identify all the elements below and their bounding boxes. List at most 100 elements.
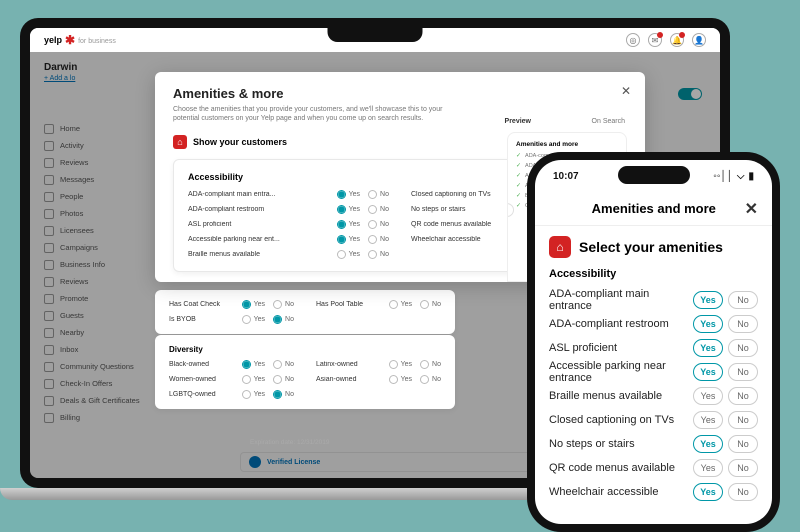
phone-title: Amenities and more — [592, 201, 716, 216]
amenity-row: Asian-owned Yes No — [316, 375, 441, 384]
yes-radio[interactable]: Yes — [337, 205, 360, 214]
amenity-row: Has Pool Table Yes No — [316, 300, 441, 309]
amenity-row: Has Coat Check Yes No — [169, 300, 294, 309]
yes-radio[interactable]: Yes — [242, 300, 265, 309]
notif-target-icon[interactable]: ◎ — [626, 33, 640, 47]
avatar-icon[interactable]: 👤 — [692, 33, 706, 47]
yes-pill[interactable]: Yes — [693, 483, 723, 501]
yes-pill[interactable]: Yes — [693, 339, 723, 357]
yes-radio[interactable]: Yes — [337, 250, 360, 259]
amenity-label: Braille menus available — [188, 251, 331, 258]
no-pill[interactable]: No — [728, 363, 758, 381]
mail-icon[interactable]: ✉ — [648, 33, 662, 47]
yes-pill[interactable]: Yes — [693, 435, 723, 453]
yes-pill[interactable]: Yes — [693, 459, 723, 477]
amenity-row: Is BYOBYesNo — [169, 315, 294, 324]
amenity-label: Closed captioning on TVs — [549, 414, 674, 426]
no-pill[interactable]: No — [728, 387, 758, 405]
no-pill[interactable]: No — [728, 435, 758, 453]
yelp-logo: yelp ✱ for business — [44, 33, 116, 47]
select-amenities-title: Select your amenities — [579, 239, 723, 255]
yes-radio[interactable]: Yes — [389, 300, 412, 309]
amenity-label: ADA-compliant restroom — [549, 318, 669, 330]
storefront-icon: ⌂ — [549, 236, 571, 258]
yes-radio[interactable]: Yes — [389, 360, 412, 369]
no-radio[interactable]: No — [273, 375, 294, 384]
no-radio[interactable]: No — [368, 250, 389, 259]
yes-radio[interactable]: Yes — [242, 360, 265, 369]
no-radio[interactable]: No — [273, 300, 294, 309]
yes-radio[interactable]: Yes — [389, 375, 412, 384]
brand-sub: for business — [78, 37, 116, 46]
wifi-icon: ⌵ — [737, 171, 745, 182]
amenity-label: Has Pool Table — [316, 301, 383, 308]
show-customers-title: Show your customers — [193, 137, 287, 147]
no-radio[interactable]: No — [368, 235, 389, 244]
modal-subtitle: Choose the amenities that you provide yo… — [173, 105, 463, 123]
signal-icon: ◦◦││ — [713, 171, 733, 182]
amenity-label: ASL proficient — [188, 221, 331, 228]
amenity-label: ASL proficient — [549, 342, 617, 354]
amenity-label: Braille menus available — [549, 390, 662, 402]
amenity-label: Latinx-owned — [316, 361, 383, 368]
close-icon[interactable]: ✕ — [745, 199, 758, 219]
amenity-row: Latinx-owned Yes No — [316, 360, 441, 369]
amenity-row — [316, 315, 441, 324]
card-diversity: Diversity Black-owned Yes No Latinx-owned Ye… — [155, 335, 455, 409]
no-pill[interactable]: No — [728, 411, 758, 429]
battery-icon: ▮ — [748, 171, 754, 182]
phone-accessibility-heading: Accessibility — [549, 268, 758, 280]
no-radio[interactable]: No — [273, 390, 294, 399]
amenity-label: Asian-owned — [316, 376, 383, 383]
amenity-row: Braille menus available Yes No — [188, 250, 389, 259]
phone-amenity-row: Wheelchair accessible Yes No — [549, 480, 758, 504]
close-icon[interactable]: ✕ — [621, 84, 631, 98]
brand-text: yelp — [44, 35, 62, 45]
amenity-label: LGBTQ-owned — [169, 391, 236, 398]
no-radio[interactable]: No — [368, 205, 389, 214]
burst-icon: ✱ — [65, 33, 75, 47]
no-pill[interactable]: No — [728, 291, 758, 309]
no-radio[interactable]: No — [273, 360, 294, 369]
yes-radio[interactable]: Yes — [337, 190, 360, 199]
yes-radio[interactable]: Yes — [242, 315, 265, 324]
no-radio[interactable]: No — [368, 190, 389, 199]
amenity-label: ADA-compliant main entra... — [188, 191, 331, 198]
status-time: 10:07 — [553, 171, 579, 182]
amenity-label: Accessible parking near entrance — [549, 360, 693, 384]
yes-pill[interactable]: Yes — [693, 363, 723, 381]
diversity-heading: Diversity — [169, 345, 441, 354]
amenity-row: Black-owned Yes No — [169, 360, 294, 369]
yes-pill[interactable]: Yes — [693, 291, 723, 309]
yes-pill[interactable]: Yes — [693, 315, 723, 333]
yes-radio[interactable]: Yes — [337, 235, 360, 244]
no-radio[interactable]: No — [420, 375, 441, 384]
amenity-row: ASL proficient Yes No — [188, 220, 389, 229]
amenity-label: ADA-compliant restroom — [188, 206, 331, 213]
bell-icon[interactable]: 🔔 — [670, 33, 684, 47]
no-radio[interactable]: No — [420, 300, 441, 309]
amenity-label: Has Coat Check — [169, 301, 236, 308]
no-radio[interactable]: No — [273, 315, 294, 324]
phone-device: 10:07 ◦◦││ ⌵ ▮ Amenities and more ✕ ⌂ Se… — [527, 152, 780, 532]
no-radio[interactable]: No — [420, 360, 441, 369]
amenity-label: No steps or stairs — [549, 438, 635, 450]
amenity-label: Black-owned — [169, 361, 236, 368]
no-pill[interactable]: No — [728, 339, 758, 357]
amenity-row: ADA-compliant main entra... Yes No — [188, 190, 389, 199]
card-misc: Has Coat CheckYesNoHas Pool TableYesNoIs… — [155, 290, 455, 334]
no-pill[interactable]: No — [728, 483, 758, 501]
onsearch-label: On Search — [592, 118, 625, 125]
yes-radio[interactable]: Yes — [242, 390, 265, 399]
amenity-label: Wheelchair accessible — [549, 486, 658, 498]
yes-pill[interactable]: Yes — [693, 411, 723, 429]
no-pill[interactable]: No — [728, 315, 758, 333]
no-pill[interactable]: No — [728, 459, 758, 477]
no-radio[interactable]: No — [368, 220, 389, 229]
yes-pill[interactable]: Yes — [693, 387, 723, 405]
amenity-row: ADA-compliant restroom Yes No — [188, 205, 389, 214]
phone-amenity-row: ADA-compliant main entranceYesNo — [549, 288, 758, 312]
yes-radio[interactable]: Yes — [242, 375, 265, 384]
yes-radio[interactable]: Yes — [337, 220, 360, 229]
phone-amenity-row: QR code menus availableYesNo — [549, 456, 758, 480]
